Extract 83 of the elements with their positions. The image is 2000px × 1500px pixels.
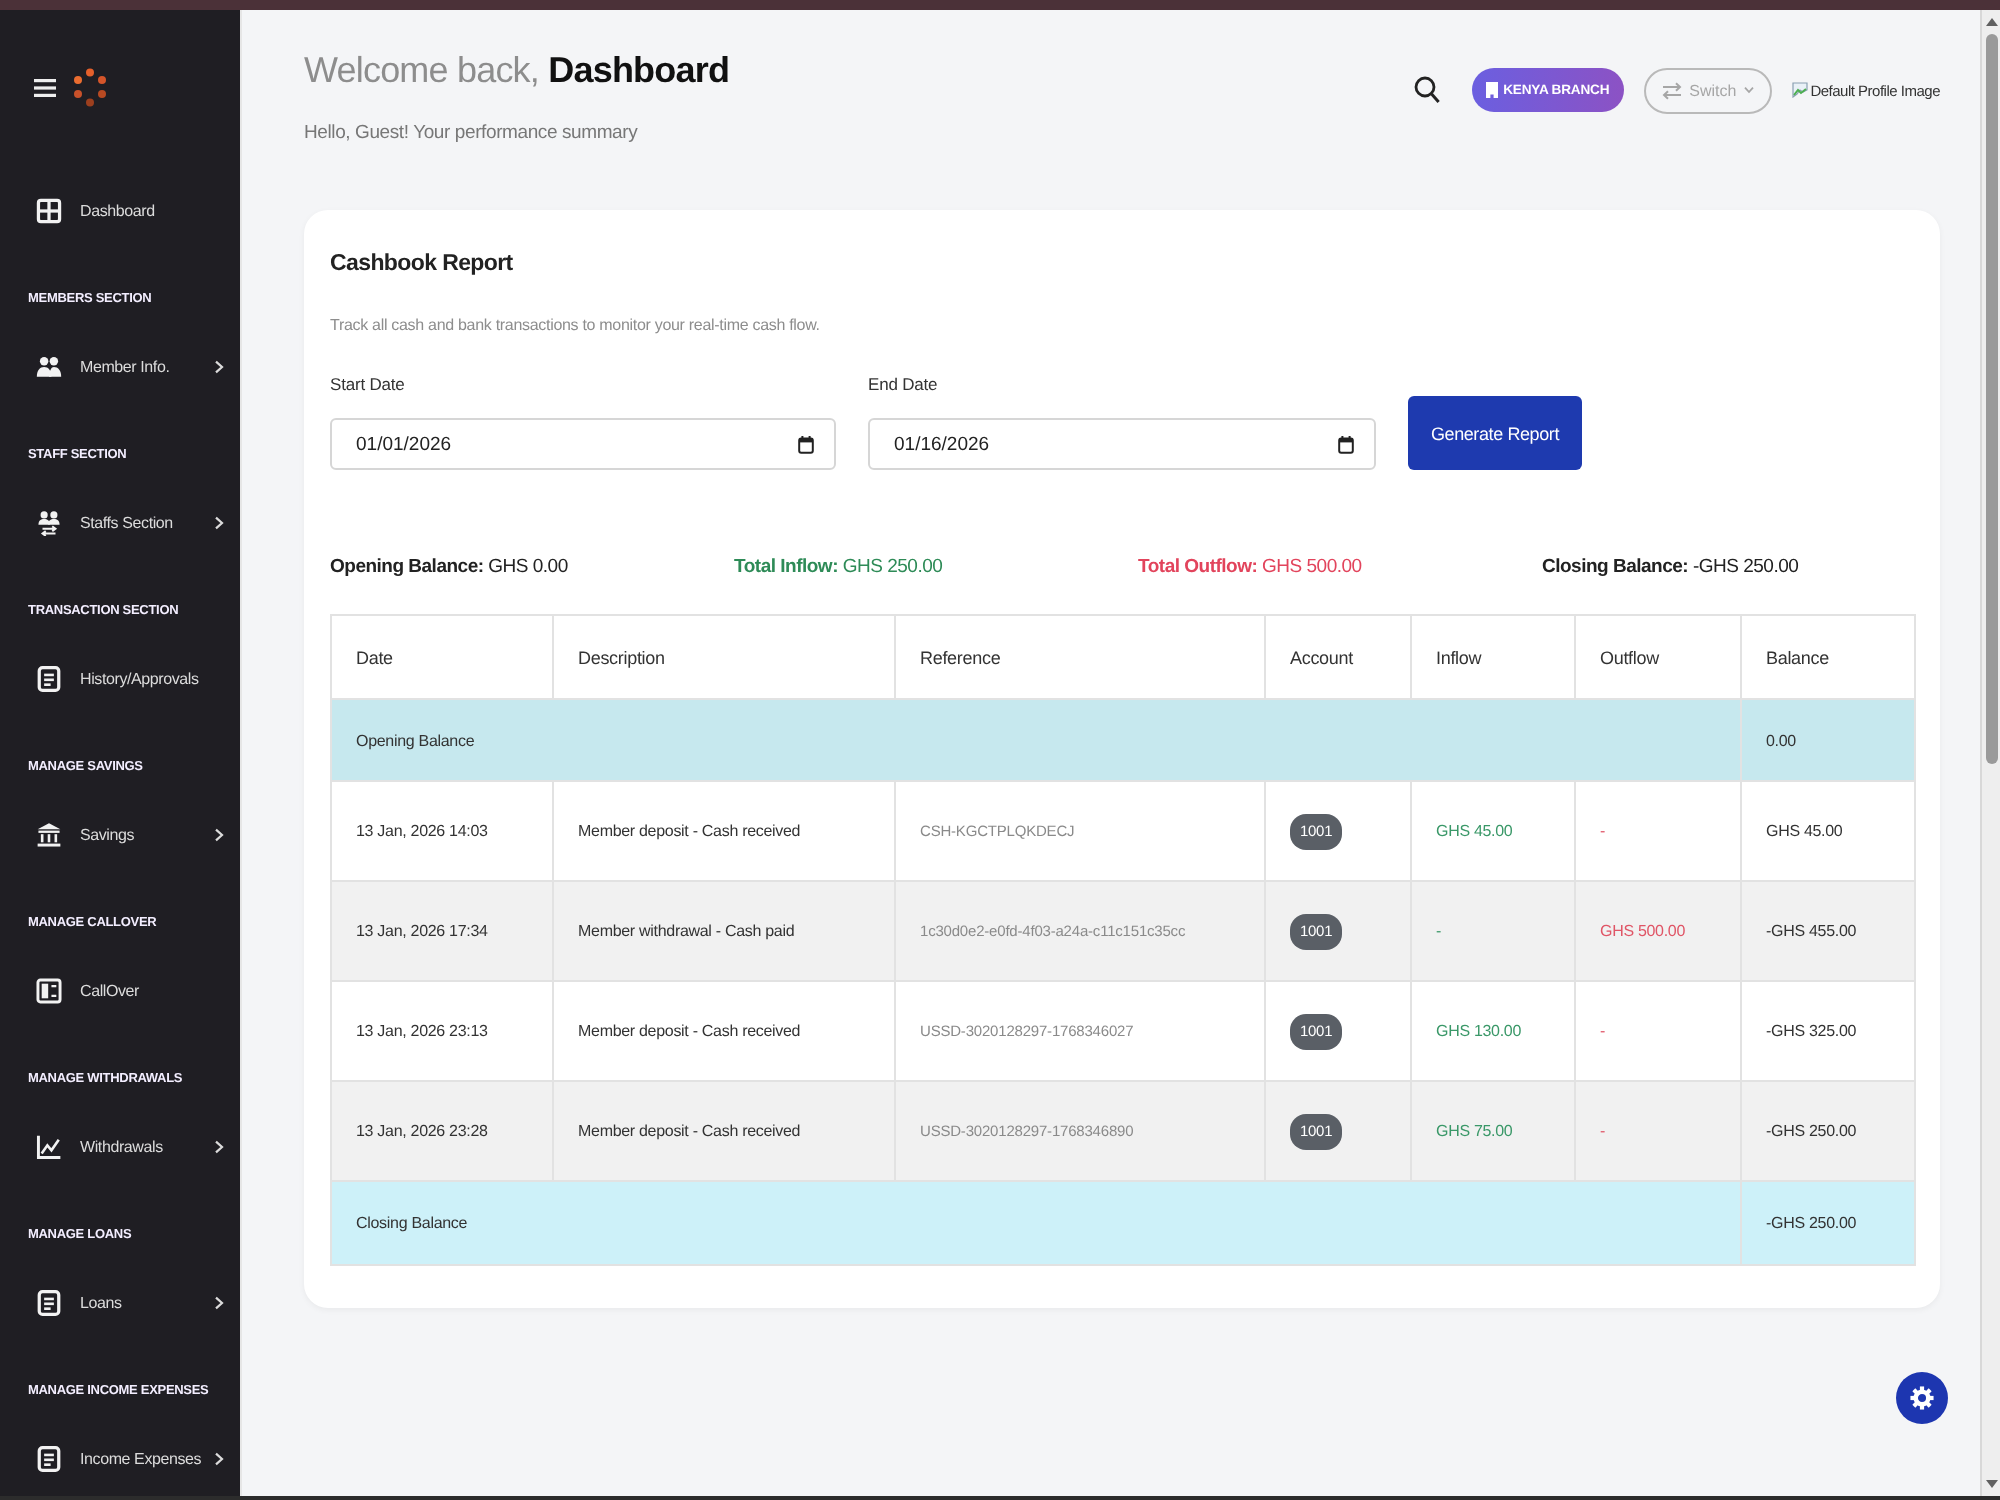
table-cell: GHS 45.00 (1741, 781, 1915, 881)
sidebar-item[interactable]: Staffs Section (36, 492, 224, 552)
summary-stat: Opening Balance: GHS 0.00 (330, 554, 568, 582)
table-cell: - (1575, 781, 1741, 881)
table-cell: 13 Jan, 2026 23:13 (331, 981, 553, 1081)
sidebar-item[interactable]: Loans (36, 1272, 224, 1332)
panel-icon (36, 977, 62, 1003)
table-cell: GHS 75.00 (1411, 1081, 1575, 1181)
scroll-up-arrow-icon[interactable] (1985, 18, 1997, 26)
field-label: End Date (868, 372, 940, 396)
scroll-down-arrow-icon[interactable] (1985, 1480, 1997, 1488)
table-cell: GHS 45.00 (1411, 781, 1575, 881)
chevron-right-icon (214, 1139, 224, 1153)
summary-stat: Total Outflow: GHS 500.00 (1138, 554, 1362, 582)
page-subtitle: Hello, Guest! Your performance summary (304, 120, 640, 148)
table-cell: -GHS 325.00 (1741, 981, 1915, 1081)
table-cell: - (1411, 881, 1575, 981)
table-cell: -GHS 250.00 (1741, 1181, 1915, 1265)
scrollbar-thumb[interactable] (1985, 34, 1997, 764)
column-header: Inflow (1411, 615, 1575, 699)
sidebar-item[interactable]: Member Info. (36, 336, 224, 396)
chevron-right-icon (214, 1295, 224, 1309)
people-icon (36, 353, 62, 379)
chevron-right-icon (214, 1451, 224, 1465)
sidebar-item[interactable]: Dashboard (36, 180, 224, 240)
card-title: Cashbook Report (330, 250, 515, 280)
table-cell: Opening Balance (331, 699, 1741, 781)
field-label: Start Date (330, 372, 407, 396)
settings-button[interactable] (1896, 1372, 1948, 1424)
table-cell: 13 Jan, 2026 14:03 (331, 781, 553, 881)
date-field[interactable]: 01/01/2026 (330, 418, 836, 470)
table-cell: GHS 130.00 (1411, 981, 1575, 1081)
grid-icon (36, 197, 62, 223)
table-cell: Member deposit - Cash received (553, 1081, 895, 1181)
table-cell: - (1575, 1081, 1741, 1181)
table-cell: Member deposit - Cash received (553, 981, 895, 1081)
document-icon (36, 665, 62, 691)
calendar-icon[interactable] (798, 435, 814, 453)
column-header: Balance (1741, 615, 1915, 699)
chevron-right-icon (214, 359, 224, 373)
card-description: Track all cash and bank transactions to monitor your real-time cash flow. (330, 314, 822, 338)
table-cell: - (1575, 981, 1741, 1081)
line-chart-icon (36, 1133, 62, 1159)
search-icon[interactable] (1413, 76, 1440, 104)
column-header: Outflow (1575, 615, 1741, 699)
bank-icon (36, 821, 62, 847)
dot-ring-logo-icon (74, 68, 106, 108)
sidebar-item[interactable]: History/Approvals (36, 648, 224, 708)
caret-down-icon (1744, 86, 1755, 94)
column-header: Description (553, 615, 895, 699)
column-header: Account (1265, 615, 1411, 699)
column-header: Date (331, 615, 553, 699)
table-cell: 13 Jan, 2026 17:34 (331, 881, 553, 981)
page-title: Welcome back, Dashboard (304, 48, 730, 94)
table-cell: Member withdrawal - Cash paid (553, 881, 895, 981)
document-icon (36, 1289, 62, 1315)
generate-report-button[interactable]: Generate Report (1408, 396, 1582, 470)
swap-arrows-icon (1661, 81, 1682, 99)
sidebar-item[interactable]: CallOver (36, 960, 224, 1020)
document-icon (36, 1445, 62, 1471)
table-cell: 13 Jan, 2026 23:28 (331, 1081, 553, 1181)
table-cell: 0.00 (1741, 699, 1915, 781)
scrollbar-track[interactable] (1980, 10, 2000, 1496)
table-cell: GHS 500.00 (1575, 881, 1741, 981)
menu-icon[interactable] (34, 78, 56, 98)
table-cell: -GHS 250.00 (1741, 1081, 1915, 1181)
calendar-icon[interactable] (1338, 435, 1354, 453)
sidebar-item[interactable]: Income Expenses (36, 1428, 224, 1488)
sidebar-item[interactable]: Withdrawals (36, 1116, 224, 1176)
sidebar-item[interactable]: Savings (36, 804, 224, 864)
table-cell: Member deposit - Cash received (553, 781, 895, 881)
chevron-right-icon (214, 515, 224, 529)
chevron-right-icon (214, 827, 224, 841)
building-icon (1485, 82, 1498, 98)
table-cell: -GHS 455.00 (1741, 881, 1915, 981)
summary-stat: Total Inflow: GHS 250.00 (734, 554, 943, 582)
date-field[interactable]: 01/16/2026 (868, 418, 1376, 470)
broken-image-icon (1792, 82, 1809, 98)
table-cell: Closing Balance (331, 1181, 1741, 1265)
column-header: Reference (895, 615, 1265, 699)
summary-stat: Closing Balance: -GHS 250.00 (1542, 554, 1799, 582)
gear-icon (1910, 1386, 1934, 1410)
people-arrows-icon (36, 509, 62, 535)
